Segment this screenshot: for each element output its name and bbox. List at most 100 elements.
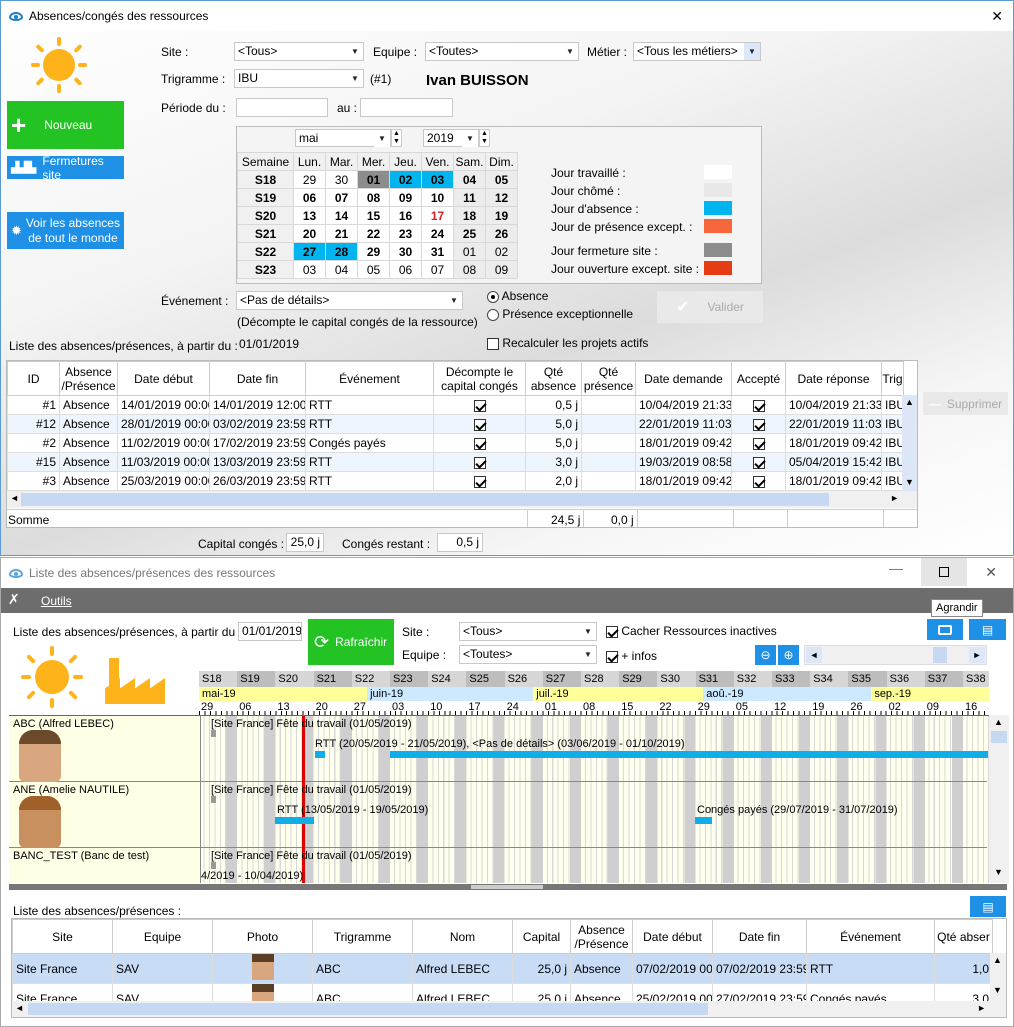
calendar-day-cell[interactable]: 06 xyxy=(389,260,422,279)
periode-end-input[interactable] xyxy=(360,98,453,117)
periode-start-input[interactable] xyxy=(236,98,328,117)
gantt-absence-bar[interactable] xyxy=(315,751,325,758)
calendar-day-cell[interactable]: 21 xyxy=(325,224,358,243)
column-header[interactable]: Événement xyxy=(806,919,935,954)
calendar-day-cell[interactable]: 31 xyxy=(421,242,454,261)
checkbox-checked[interactable] xyxy=(473,456,486,469)
print-button[interactable]: ▤ xyxy=(969,619,1006,640)
table-row[interactable]: #3 Absence 25/03/2019 00:00 26/03/2019 23:5… xyxy=(7,471,904,491)
fermetures-site-button[interactable]: ▟▟▙ Fermetures site xyxy=(7,154,124,182)
close-button[interactable]: ✕ xyxy=(991,8,1003,25)
calendar-day-cell[interactable]: 24 xyxy=(421,224,454,243)
column-header[interactable]: Événement xyxy=(305,361,434,396)
calendar-day-cell[interactable]: 07 xyxy=(421,260,454,279)
calendar-day-cell[interactable]: 28 xyxy=(325,242,358,261)
calendar-day-cell[interactable]: 29 xyxy=(357,242,390,261)
column-header[interactable]: Qté absence xyxy=(525,361,582,396)
calendar-day-cell[interactable]: 01 xyxy=(453,242,486,261)
column-header[interactable]: Absence /Présence xyxy=(570,919,633,954)
voir-absences-button[interactable]: ✹ Voir les absences de tout le monde xyxy=(7,212,124,249)
trigramme-select[interactable]: IBU ▼ xyxy=(234,69,364,88)
calendar-day-cell[interactable]: 20 xyxy=(293,224,326,243)
calendar-day-cell[interactable]: 19 xyxy=(485,206,518,225)
calendar-day-cell[interactable]: 05 xyxy=(357,260,390,279)
checkbox-checked[interactable] xyxy=(752,475,765,488)
metier-select[interactable]: <Tous les métiers> ▼ xyxy=(633,42,761,61)
radio-absence[interactable]: Absence xyxy=(487,289,548,303)
calendar-day-cell[interactable]: 29 xyxy=(293,170,326,189)
calendar-day-cell[interactable]: 30 xyxy=(389,242,422,261)
gantt-absence-bar[interactable] xyxy=(275,817,314,824)
calendar-day-cell[interactable]: 09 xyxy=(389,188,422,207)
calendar-day-cell[interactable]: 14 xyxy=(325,206,358,225)
site-select[interactable]: <Tous> ▼ xyxy=(234,42,364,61)
calendar-day-cell[interactable]: 02 xyxy=(389,170,422,189)
list-from-input-2[interactable]: 01/01/2019 xyxy=(238,622,302,641)
list-from-input[interactable]: 01/01/2019 xyxy=(236,336,300,355)
valider-button[interactable]: ✔ Valider xyxy=(657,291,763,323)
calendar-day-cell[interactable]: 18 xyxy=(453,206,486,225)
column-header[interactable]: Trigramme xyxy=(312,919,413,954)
column-header[interactable]: Photo xyxy=(212,919,313,954)
gantt-absence-bar[interactable] xyxy=(390,751,988,758)
calendar-day-cell[interactable]: 17 xyxy=(421,206,454,225)
checkbox-checked[interactable] xyxy=(752,399,765,412)
calendar-day-cell[interactable]: 03 xyxy=(293,260,326,279)
column-header[interactable]: Date fin xyxy=(712,919,807,954)
calendar-day-cell[interactable]: 10 xyxy=(421,188,454,207)
calendar-day-cell[interactable]: 04 xyxy=(453,170,486,189)
calendar-day-cell[interactable]: 30 xyxy=(325,170,358,189)
table-row[interactable]: #1 Absence 14/01/2019 00:00 14/01/2019 12:0… xyxy=(7,395,904,415)
list2-vscroll[interactable]: ▲ ▼ xyxy=(990,953,1006,1001)
menu-outils[interactable]: Outils xyxy=(41,594,72,608)
checkbox-checked[interactable] xyxy=(752,418,765,431)
table1-vscroll[interactable]: ▲ ▼ xyxy=(902,395,917,491)
month-spinner[interactable]: ▲ ▼ xyxy=(391,129,402,147)
calendar-day-cell[interactable]: 16 xyxy=(389,206,422,225)
column-header[interactable]: Capital xyxy=(512,919,571,954)
column-header[interactable]: Site xyxy=(12,919,113,954)
zoom-out-button[interactable]: ⊖ xyxy=(755,645,776,665)
calendar-day-cell[interactable]: 08 xyxy=(357,188,390,207)
list2-hscroll[interactable]: ◄ ► xyxy=(12,1001,1006,1017)
table-row[interactable]: #12 Absence 28/01/2019 00:00 03/02/2019 23:… xyxy=(7,414,904,434)
checkbox-checked[interactable] xyxy=(473,418,486,431)
column-header[interactable]: Décompte le capital congés xyxy=(433,361,526,396)
cacher-checkbox[interactable]: Cacher Ressources inactives xyxy=(606,624,777,638)
gantt-absence-bar[interactable] xyxy=(695,817,712,824)
checkbox-checked[interactable] xyxy=(473,475,486,488)
close-button-2[interactable]: ✕ xyxy=(985,564,997,581)
calendar-day-cell[interactable]: 13 xyxy=(293,206,326,225)
calendar-day-cell[interactable]: 05 xyxy=(485,170,518,189)
calendar-day-cell[interactable]: 09 xyxy=(485,260,518,279)
calendar-day-cell[interactable]: 15 xyxy=(357,206,390,225)
calendar-day-cell[interactable]: 11 xyxy=(453,188,486,207)
column-header[interactable]: Nom xyxy=(412,919,513,954)
column-header[interactable]: Date demande xyxy=(635,361,732,396)
checkbox-checked[interactable] xyxy=(752,456,765,469)
calendar-day-cell[interactable]: 01 xyxy=(357,170,390,189)
year-spinner[interactable]: ▲ ▼ xyxy=(479,129,490,147)
calendar-day-cell[interactable]: 07 xyxy=(325,188,358,207)
radio-presence[interactable]: Présence exceptionnelle xyxy=(487,307,633,321)
infos-checkbox[interactable]: + infos xyxy=(606,649,657,663)
minimize-button[interactable]: — xyxy=(889,560,903,576)
equipe-select-2[interactable]: <Toutes> ▼ xyxy=(459,645,597,664)
recalc-checkbox[interactable]: Recalculer les projets actifs xyxy=(487,336,648,350)
column-header[interactable]: Accepté xyxy=(731,361,786,396)
table-row[interactable]: #2 Absence 11/02/2019 00:00 17/02/2019 23:5… xyxy=(7,433,904,453)
column-header[interactable]: Qté abser xyxy=(934,919,993,954)
calendar-day-cell[interactable]: 04 xyxy=(325,260,358,279)
column-header[interactable]: Qté présence xyxy=(581,361,636,396)
column-header[interactable]: ID xyxy=(7,361,60,396)
zoom-in-button[interactable]: ⊕ xyxy=(778,645,799,665)
timeline-hscroll[interactable]: ◄ ► xyxy=(804,645,987,665)
year-select[interactable]: 2019 ▼ xyxy=(423,129,479,147)
calendar-day-cell[interactable]: 25 xyxy=(453,224,486,243)
calendar-day-cell[interactable]: 02 xyxy=(485,242,518,261)
calendar-day-cell[interactable]: 03 xyxy=(421,170,454,189)
calendar-day-cell[interactable]: 12 xyxy=(485,188,518,207)
camera-button[interactable] xyxy=(927,619,963,640)
calendar-day-cell[interactable]: 06 xyxy=(293,188,326,207)
print-button-2[interactable]: ▤ xyxy=(970,896,1006,917)
